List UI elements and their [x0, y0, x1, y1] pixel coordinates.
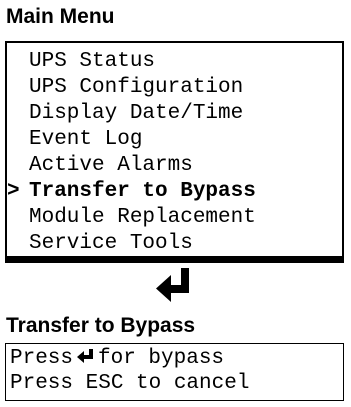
menu-item-ups-status[interactable]: UPS Status — [7, 49, 342, 75]
menu-item-label: Service Tools — [29, 232, 193, 255]
enter-key-icon[interactable] — [154, 266, 196, 304]
menu-item-transfer-to-bypass[interactable]: > Transfer to Bypass — [7, 179, 342, 205]
bypass-instruction-line: Press for bypass — [10, 347, 224, 371]
transfer-to-bypass-title: Transfer to Bypass — [6, 314, 196, 337]
bypass-display: Press for bypass Press ESC to cancel — [5, 343, 344, 401]
cancel-instruction-line: Press ESC to cancel — [10, 372, 250, 395]
menu-item-module-replacement[interactable]: Module Replacement — [7, 205, 342, 231]
main-menu-list: UPS Status UPS Configuration Display Dat… — [7, 49, 342, 257]
menu-item-event-log[interactable]: Event Log — [7, 127, 342, 153]
menu-item-label: Display Date/Time — [29, 102, 244, 125]
menu-item-ups-configuration[interactable]: UPS Configuration — [7, 75, 342, 101]
menu-item-display-date-time[interactable]: Display Date/Time — [7, 101, 342, 127]
menu-item-label: UPS Status — [29, 50, 156, 73]
menu-item-label: Active Alarms — [29, 154, 193, 177]
menu-item-service-tools[interactable]: Service Tools — [7, 231, 342, 257]
menu-item-label: Module Replacement — [29, 206, 256, 229]
menu-cursor: > — [7, 180, 20, 203]
menu-item-label: Event Log — [29, 128, 143, 151]
menu-item-label: Transfer to Bypass — [29, 180, 256, 203]
menu-item-label: UPS Configuration — [29, 76, 244, 99]
menu-item-active-alarms[interactable]: Active Alarms — [7, 153, 342, 179]
for-bypass-text: for bypass — [98, 347, 225, 370]
main-menu-display: UPS Status UPS Configuration Display Dat… — [5, 41, 344, 263]
enter-key-icon — [77, 349, 94, 363]
main-menu-title: Main Menu — [6, 5, 115, 28]
press-text: Press — [10, 347, 74, 370]
